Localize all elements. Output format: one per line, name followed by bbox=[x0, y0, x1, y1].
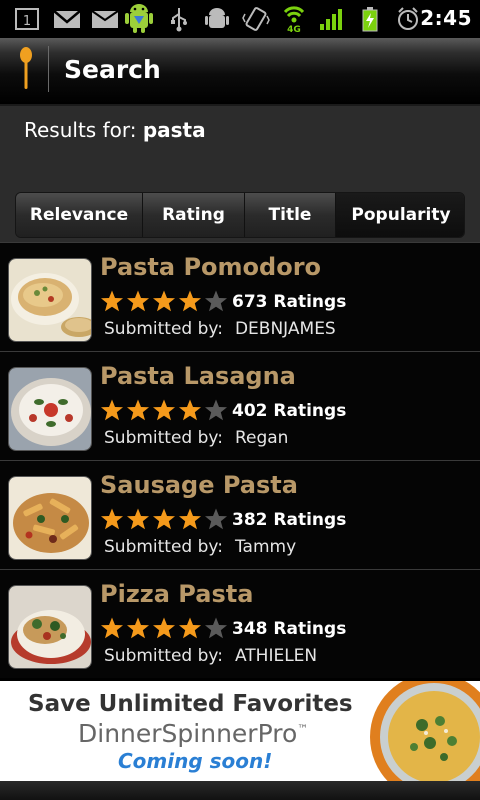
ratings-count: 382 Ratings bbox=[232, 510, 347, 530]
submitter-name: Tammy bbox=[234, 537, 297, 557]
email-icon bbox=[91, 10, 119, 28]
page-title: Search bbox=[64, 55, 161, 84]
soup-bowl-image bbox=[370, 681, 480, 781]
submitted-by-label: Submitted by: bbox=[104, 646, 223, 666]
recipe-title: Pasta Pomodoro bbox=[100, 253, 322, 281]
recipe-title: Pasta Lasagna bbox=[100, 362, 296, 390]
sort-tab-title[interactable]: Title bbox=[245, 193, 336, 237]
submitter-name: Regan bbox=[234, 428, 289, 448]
alarm-icon bbox=[398, 7, 418, 30]
list-item[interactable]: Sausage Pasta 382 Ratings Submitted by: T… bbox=[0, 460, 480, 569]
results-query: pasta bbox=[142, 118, 206, 142]
recipe-thumbnail bbox=[8, 585, 92, 669]
debug-icon bbox=[205, 8, 229, 28]
recipe-thumbnail bbox=[8, 367, 92, 451]
ad-brand-name: DinnerSpinnerPro bbox=[78, 719, 298, 748]
star-filled-icon bbox=[179, 399, 201, 421]
ad-headline: Save Unlimited Favorites bbox=[28, 691, 353, 717]
submitted-by: Submitted by: Tammy bbox=[104, 537, 296, 557]
ratings-count: 348 Ratings bbox=[232, 619, 347, 639]
status-bar: 1 4G 2:45 bbox=[0, 0, 480, 38]
sim-1-icon: 1 bbox=[15, 8, 39, 30]
submitted-by: Submitted by: Regan bbox=[104, 428, 288, 448]
list-item[interactable]: Pasta Lasagna 402 Ratings Submitted by: R… bbox=[0, 351, 480, 460]
star-empty-icon bbox=[205, 617, 227, 639]
star-filled-icon bbox=[153, 508, 175, 530]
star-filled-icon bbox=[101, 399, 123, 421]
star-filled-icon bbox=[179, 290, 201, 312]
star-empty-icon bbox=[205, 290, 227, 312]
results-area: Results for: pasta Relevance Rating Titl… bbox=[0, 106, 480, 242]
rating-stars bbox=[100, 507, 230, 531]
rating-stars bbox=[100, 398, 230, 422]
ad-brand: DinnerSpinnerPro™ bbox=[78, 719, 308, 748]
svg-text:4G: 4G bbox=[287, 25, 301, 34]
submitted-by-label: Submitted by: bbox=[104, 319, 223, 339]
submitted-by-label: Submitted by: bbox=[104, 537, 223, 557]
android-icon bbox=[125, 4, 153, 33]
ad-trademark: ™ bbox=[297, 722, 309, 736]
star-filled-icon bbox=[127, 399, 149, 421]
star-filled-icon bbox=[127, 290, 149, 312]
signal-icon bbox=[320, 9, 342, 30]
star-filled-icon bbox=[153, 617, 175, 639]
star-filled-icon bbox=[179, 508, 201, 530]
status-time: 2:45 bbox=[420, 6, 472, 30]
rating-stars bbox=[100, 289, 230, 313]
svg-text:1: 1 bbox=[23, 14, 31, 29]
submitter-name: DEBNJAMES bbox=[234, 319, 336, 339]
battery-charging-icon bbox=[362, 7, 378, 32]
results-summary: Results for: pasta bbox=[24, 118, 206, 142]
submitted-by: Submitted by: ATHIELEN bbox=[104, 646, 317, 666]
star-empty-icon bbox=[205, 508, 227, 530]
star-empty-icon bbox=[205, 399, 227, 421]
star-filled-icon bbox=[101, 508, 123, 530]
star-filled-icon bbox=[101, 290, 123, 312]
rating-stars bbox=[100, 616, 230, 640]
star-filled-icon bbox=[153, 290, 175, 312]
star-filled-icon bbox=[179, 617, 201, 639]
submitter-name: ATHIELEN bbox=[234, 646, 318, 666]
recipe-thumbnail bbox=[8, 476, 92, 560]
sort-bar: Relevance Rating Title Popularity bbox=[15, 192, 465, 238]
gmail-icon bbox=[53, 10, 81, 28]
ad-tagline: Coming soon! bbox=[118, 749, 273, 773]
wifi-4g-icon: 4G bbox=[283, 6, 305, 34]
list-item[interactable]: Pizza Pasta 348 Ratings Submitted by: ATH… bbox=[0, 569, 480, 678]
recipe-title: Pizza Pasta bbox=[100, 580, 254, 608]
sort-tab-popularity[interactable]: Popularity bbox=[336, 193, 464, 237]
usb-icon bbox=[171, 8, 187, 32]
ad-banner[interactable]: Save Unlimited Favorites DinnerSpinnerPr… bbox=[0, 681, 480, 781]
list-item[interactable]: Pasta Pomodoro 673 Ratings Submitted by:… bbox=[0, 242, 480, 351]
star-filled-icon bbox=[127, 508, 149, 530]
recipe-list: Pasta Pomodoro 673 Ratings Submitted by:… bbox=[0, 242, 480, 680]
vibrate-icon bbox=[242, 7, 270, 31]
title-bar: Search bbox=[0, 38, 480, 106]
star-filled-icon bbox=[127, 617, 149, 639]
ratings-count: 402 Ratings bbox=[232, 401, 347, 421]
bottom-strip bbox=[0, 781, 480, 800]
submitted-by-label: Submitted by: bbox=[104, 428, 223, 448]
star-filled-icon bbox=[101, 617, 123, 639]
results-label: Results for: bbox=[24, 118, 137, 142]
submitted-by: Submitted by: DEBNJAMES bbox=[104, 319, 336, 339]
recipe-thumbnail bbox=[8, 258, 92, 342]
ratings-count: 673 Ratings bbox=[232, 292, 347, 312]
title-divider bbox=[48, 46, 49, 92]
sort-tab-relevance[interactable]: Relevance bbox=[16, 193, 143, 237]
spoon-icon[interactable] bbox=[16, 46, 36, 92]
sort-tab-rating[interactable]: Rating bbox=[143, 193, 245, 237]
recipe-title: Sausage Pasta bbox=[100, 471, 298, 499]
star-filled-icon bbox=[153, 399, 175, 421]
